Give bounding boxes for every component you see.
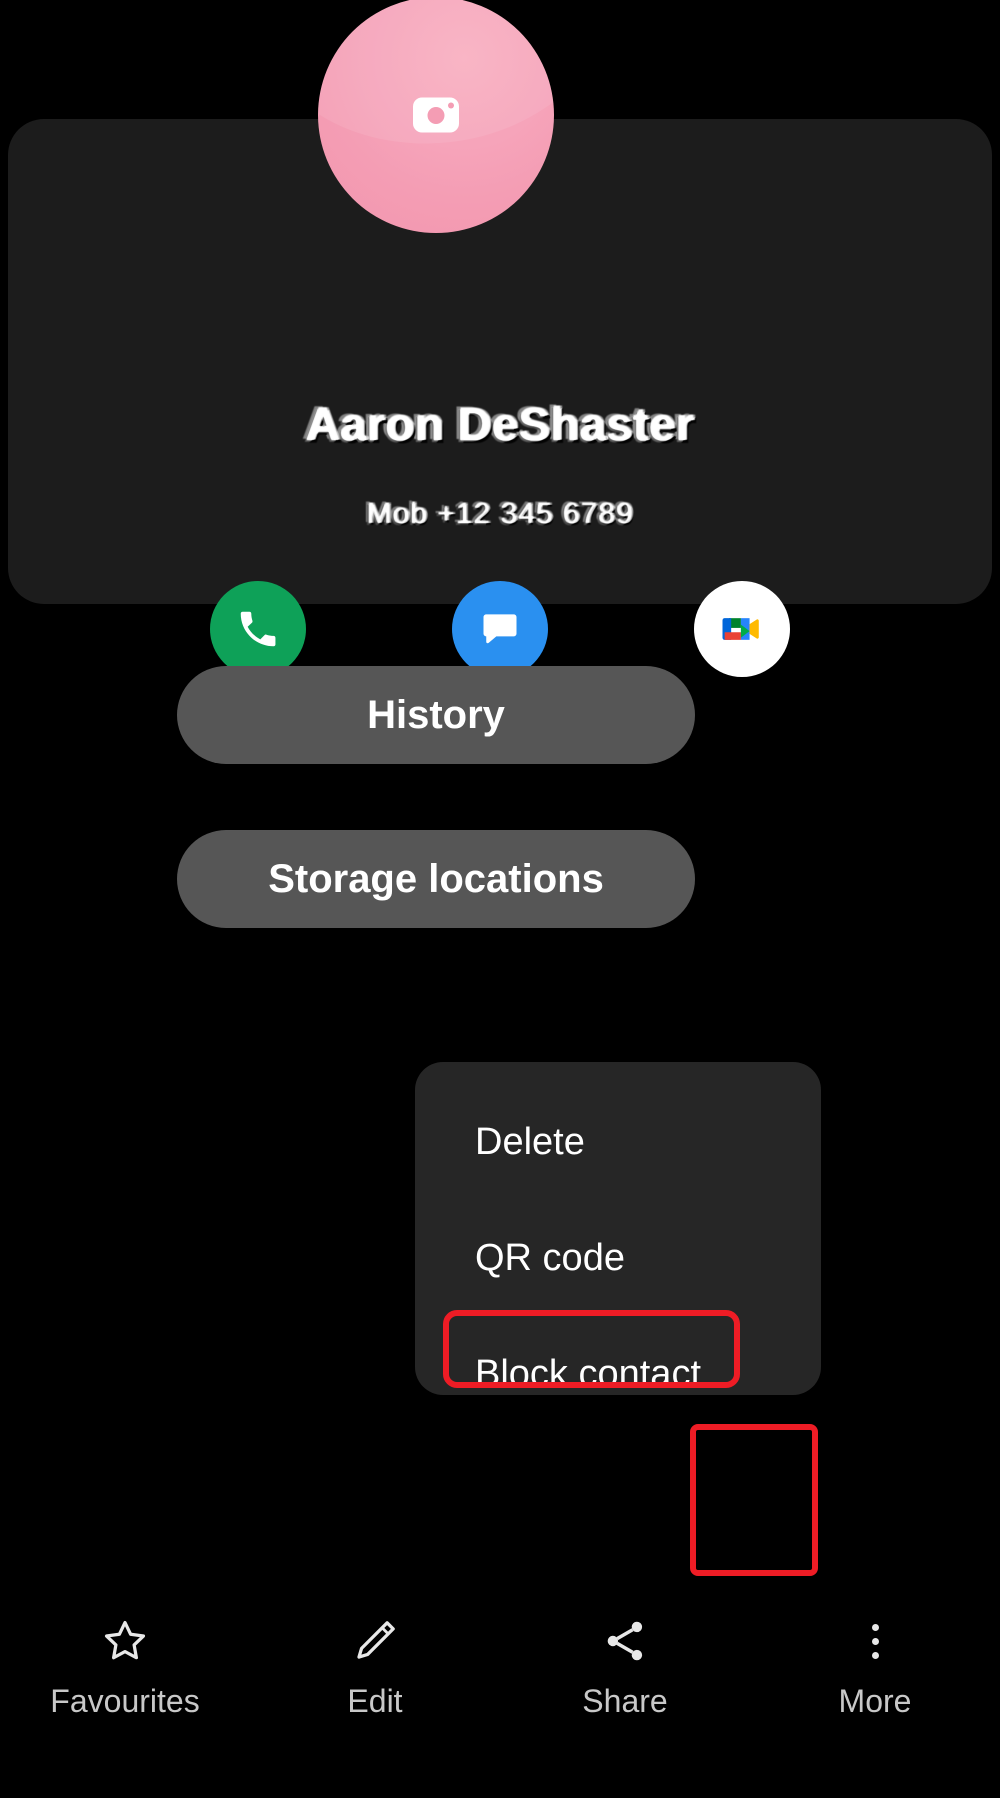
nav-label-favourites: Favourites	[50, 1683, 200, 1719]
nav-item-more[interactable]: More	[750, 1573, 1000, 1798]
avatar-sheen	[318, 0, 554, 162]
call-button[interactable]	[210, 581, 306, 677]
video-call-button[interactable]	[694, 581, 790, 677]
bottom-navigation-bar: Favourites Edit Share More	[0, 1573, 1000, 1798]
camera-icon	[413, 97, 459, 133]
star-outline-icon	[99, 1615, 151, 1667]
quick-actions-row	[8, 581, 992, 677]
message-button[interactable]	[452, 581, 548, 677]
phone-icon	[240, 611, 276, 647]
history-button[interactable]: History	[177, 666, 695, 764]
google-meet-icon	[722, 618, 759, 640]
menu-item-qr-code[interactable]: QR code	[415, 1222, 821, 1294]
contact-avatar[interactable]	[318, 0, 554, 233]
nav-item-favourites[interactable]: Favourites	[0, 1573, 250, 1798]
nav-label-edit: Edit	[347, 1683, 403, 1719]
storage-locations-button[interactable]: Storage locations	[177, 830, 695, 928]
nav-label-share: Share	[582, 1683, 668, 1719]
annotation-box-more	[690, 1424, 818, 1576]
menu-item-block-contact[interactable]: Block contact	[415, 1338, 821, 1410]
message-icon	[483, 614, 517, 644]
vertical-dots-icon	[849, 1615, 901, 1667]
nav-label-more: More	[838, 1683, 912, 1719]
more-options-popup-menu: Delete QR code Block contact	[415, 1062, 821, 1395]
share-icon	[599, 1615, 651, 1667]
contact-subtitle: Mob +12 345 6789	[366, 497, 634, 530]
pencil-icon	[349, 1615, 401, 1667]
menu-item-delete[interactable]: Delete	[415, 1106, 821, 1178]
nav-item-share[interactable]: Share	[500, 1573, 750, 1798]
nav-item-edit[interactable]: Edit	[250, 1573, 500, 1798]
contact-name: Aaron DeShaster	[305, 397, 695, 450]
